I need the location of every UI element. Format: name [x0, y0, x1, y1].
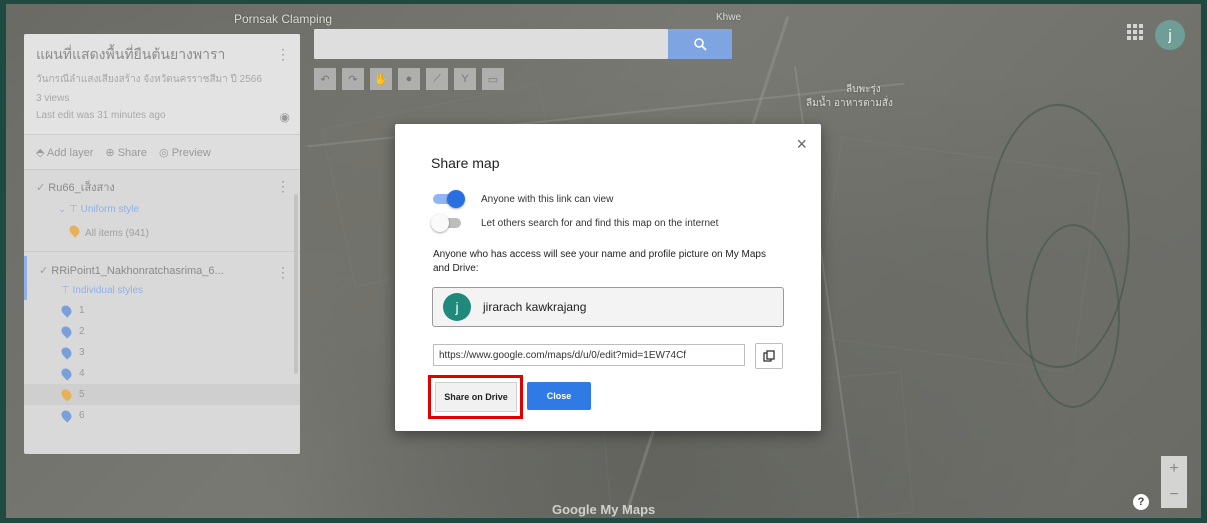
layer-item[interactable]: ✓ RRiPoint1_Nakhonratchasrima_6... ⋮ ⊤ I…	[24, 256, 300, 300]
pin-icon	[59, 408, 74, 423]
map-canvas[interactable]: Pornsak Clamping Khwe ลีบพะรุ่ง ลีมน้ำ อ…	[6, 4, 1201, 518]
search-toggle[interactable]	[431, 214, 465, 232]
owner-avatar: j	[443, 293, 471, 321]
all-items[interactable]: All items (941)	[36, 223, 288, 239]
zoom-out-button[interactable]: −	[1161, 482, 1187, 508]
list-item[interactable]: 2	[24, 321, 300, 342]
pin-icon	[59, 303, 74, 318]
eye-icon[interactable]: ◉	[280, 110, 290, 124]
layer-name[interactable]: Ru66_เส็งสาง	[48, 182, 115, 194]
map-label: ลีบพะรุ่ง	[846, 84, 881, 95]
redo-icon[interactable]: ↷	[342, 68, 364, 90]
ruler-icon[interactable]: ▭	[482, 68, 504, 90]
copy-link-button[interactable]	[755, 343, 783, 369]
scrollbar[interactable]	[294, 194, 298, 374]
owner-card: j jirarach kawkrajang	[432, 287, 784, 327]
hand-icon[interactable]: ✋	[370, 68, 392, 90]
google-my-maps-logo: Google My Maps	[552, 502, 656, 517]
draw-line-icon[interactable]: ⟋	[426, 68, 448, 90]
link-view-label: Anyone with this link can view	[481, 193, 614, 205]
link-view-toggle[interactable]	[431, 190, 465, 208]
list-item[interactable]: 5	[24, 384, 300, 405]
pin-icon	[67, 223, 82, 238]
map-label: Khwe	[716, 12, 742, 23]
share-button[interactable]: ⊕ Share	[105, 146, 147, 159]
map-label: Pornsak Clamping	[234, 12, 333, 26]
pin-icon	[59, 345, 74, 360]
map-sidebar: แผนที่แสดงพื้นที่ยืนต้นยางพารา วันกรณีลำ…	[24, 34, 300, 454]
list-item[interactable]: 6	[24, 405, 300, 426]
list-item[interactable]: 4	[24, 363, 300, 384]
add-layer-button[interactable]: ⬘ Add layer	[36, 146, 93, 159]
list-item[interactable]: 1	[24, 300, 300, 321]
owner-name: jirarach kawkrajang	[483, 300, 587, 314]
more-options-icon[interactable]: ⋮	[276, 46, 290, 63]
search-icon	[694, 38, 707, 51]
visibility-notice: Anyone who has access will see your name…	[433, 249, 766, 274]
checkbox-icon[interactable]: ✓	[39, 265, 51, 277]
map-label: ลีมน้ำ อาหารตามสั่ง	[806, 98, 893, 109]
map-header: แผนที่แสดงพื้นที่ยืนต้นยางพารา วันกรณีลำ…	[24, 34, 300, 134]
layer-style[interactable]: ⌄ ⊤ Uniform style	[36, 204, 288, 215]
preview-button[interactable]: ◎ Preview	[159, 146, 211, 159]
layer-actions: ⬘ Add layer ⊕ Share ◎ Preview	[24, 134, 300, 170]
user-avatar[interactable]: j	[1155, 20, 1185, 50]
copy-icon	[763, 350, 775, 362]
directions-icon[interactable]: Y	[454, 68, 476, 90]
checkbox-icon[interactable]: ✓	[36, 182, 48, 194]
close-button[interactable]: Close	[527, 382, 591, 410]
share-link-field[interactable]	[433, 344, 745, 366]
search-option: Let others search for and find this map …	[431, 214, 719, 232]
search-option-label: Let others search for and find this map …	[481, 217, 719, 229]
search-button[interactable]	[668, 29, 732, 59]
map-title[interactable]: แผนที่แสดงพื้นที่ยืนต้นยางพารา	[36, 44, 288, 66]
last-edit: Last edit was 31 minutes ago	[36, 110, 166, 121]
layer-options-icon[interactable]: ⋮	[276, 178, 290, 195]
highlight-box	[428, 375, 523, 419]
layer-options-icon[interactable]: ⋮	[276, 264, 290, 281]
link-view-option: Anyone with this link can view	[431, 190, 614, 208]
undo-icon[interactable]: ↶	[314, 68, 336, 90]
share-map-dialog: × Share map Anyone with this link can vi…	[395, 124, 821, 431]
apps-grid-icon[interactable]	[1127, 24, 1143, 40]
pin-icon	[59, 366, 74, 381]
layer-name[interactable]: RRiPoint1_Nakhonratchasrima_6...	[51, 265, 223, 277]
map-description[interactable]: วันกรณีลำแสงเสียงสร้าง จังหวัดนครราชสีมา…	[36, 72, 288, 87]
zoom-controls: + −	[1161, 456, 1187, 508]
layer-item[interactable]: ✓ Ru66_เส็งสาง ⋮ ⌄ ⊤ Uniform style All i…	[24, 170, 300, 243]
pin-icon	[59, 324, 74, 339]
layer-style[interactable]: ⊤ Individual styles	[39, 285, 288, 296]
search-input[interactable]	[314, 29, 668, 59]
view-count: 3 views	[36, 93, 70, 104]
marker-icon[interactable]: ●	[398, 68, 420, 90]
list-item[interactable]: 3	[24, 342, 300, 363]
zoom-in-button[interactable]: +	[1161, 456, 1187, 482]
close-icon[interactable]: ×	[796, 134, 807, 155]
pin-icon	[59, 387, 74, 402]
help-icon[interactable]: ?	[1133, 494, 1149, 510]
map-toolbar: ↶ ↷ ✋ ● ⟋ Y ▭	[314, 68, 504, 94]
dialog-title: Share map	[431, 155, 500, 171]
